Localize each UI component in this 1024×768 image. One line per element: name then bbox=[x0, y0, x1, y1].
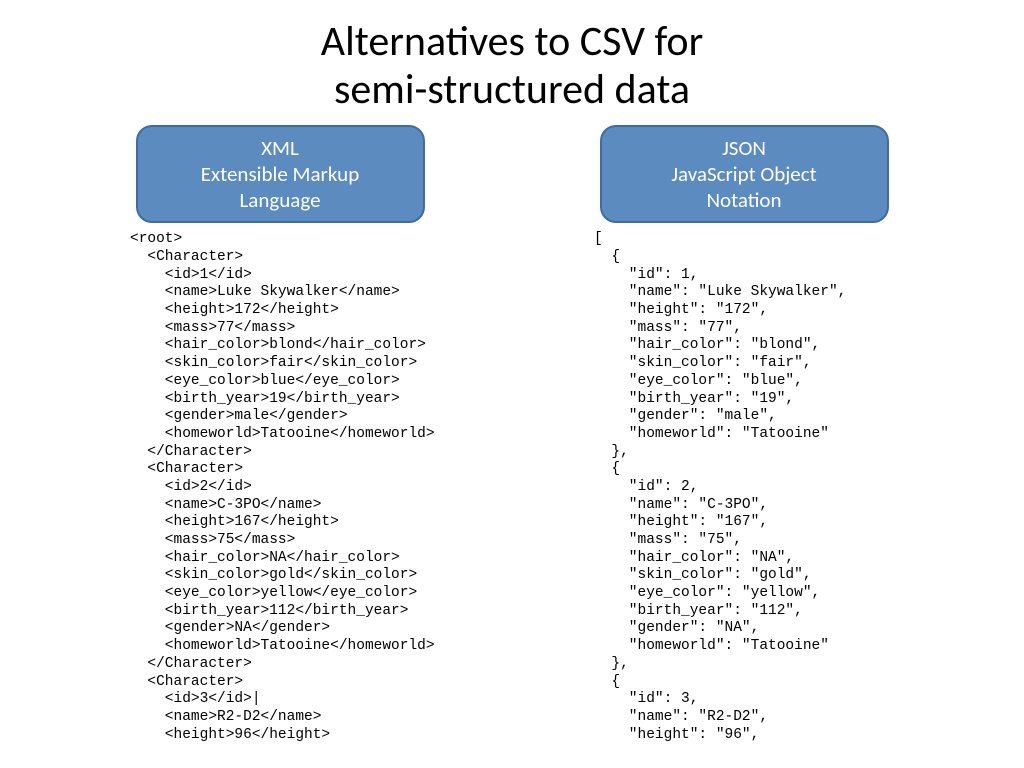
json-column: JSON JavaScript Object Notation [ { "id"… bbox=[594, 125, 894, 745]
xml-column: XML Extensible Markup Language <root> <C… bbox=[130, 125, 430, 745]
title-line-2: semi-structured data bbox=[334, 64, 690, 115]
title-line-1: Alternatives to CSV for bbox=[321, 16, 703, 67]
xml-heading-line-3: Language bbox=[239, 187, 320, 213]
slide-title: Alternatives to CSV for semi-structured … bbox=[0, 0, 1024, 115]
json-heading-line-1: JSON bbox=[722, 135, 766, 161]
xml-heading-line-1: XML bbox=[261, 135, 299, 161]
json-code-block: [ { "id": 1, "name": "Luke Skywalker", "… bbox=[594, 231, 894, 744]
json-heading-line-3: Notation bbox=[706, 187, 781, 213]
xml-code-block: <root> <Character> <id>1</id> <name>Luke… bbox=[130, 231, 430, 744]
json-heading-pill: JSON JavaScript Object Notation bbox=[600, 125, 889, 224]
xml-heading-line-2: Extensible Markup bbox=[201, 161, 359, 187]
xml-heading-pill: XML Extensible Markup Language bbox=[136, 125, 425, 224]
content-columns: XML Extensible Markup Language <root> <C… bbox=[0, 125, 1024, 745]
json-heading-line-2: JavaScript Object bbox=[671, 161, 816, 187]
